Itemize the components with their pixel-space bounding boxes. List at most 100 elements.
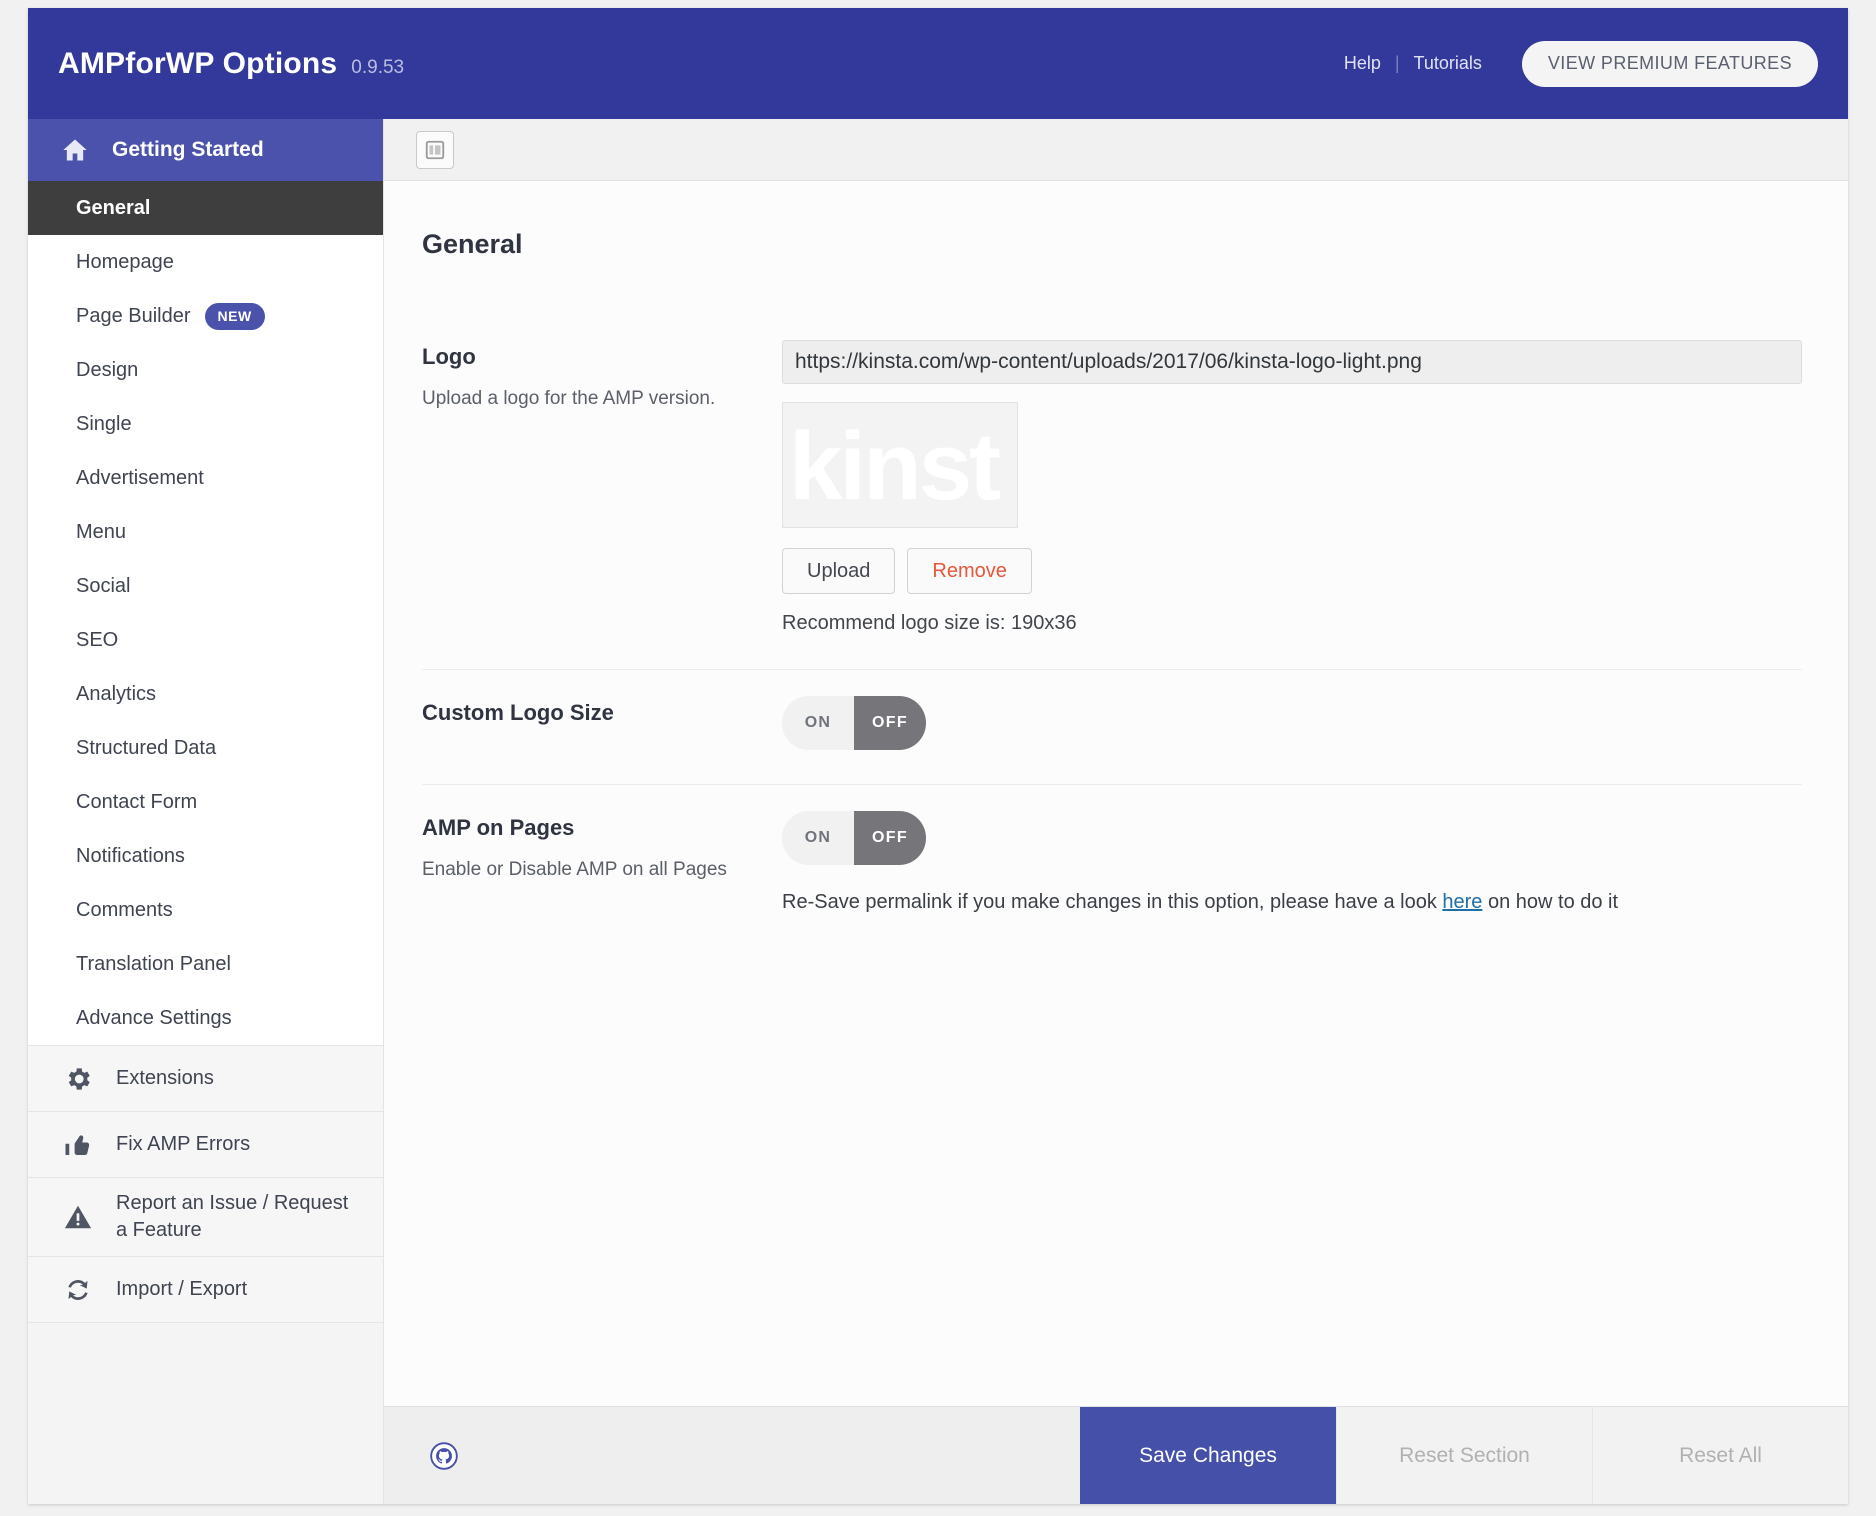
- permalink-note-after: on how to do it: [1482, 891, 1618, 913]
- sidebar-item-label: Structured Data: [76, 737, 216, 760]
- logo-size-hint: Recommend logo size is: 190x36: [782, 612, 1802, 635]
- sidebar-item-translation-panel[interactable]: Translation Panel: [28, 937, 383, 991]
- sidebar-item-seo[interactable]: SEO: [28, 613, 383, 667]
- sidebar-item-label: Extensions: [116, 1065, 214, 1092]
- sidebar-item-label: Advertisement: [76, 467, 204, 490]
- app-body: Getting Started General Homepage Page Bu…: [28, 119, 1848, 1504]
- logo-preview-text: kinst: [789, 419, 998, 515]
- custom-logo-size-controls: ON OFF: [782, 696, 1802, 750]
- sidebar-item-contact-form[interactable]: Contact Form: [28, 775, 383, 829]
- brand: AMPforWP Options 0.9.53: [58, 47, 404, 81]
- sidebar-nav: General Homepage Page Builder NEW Design…: [28, 181, 383, 1045]
- save-changes-button[interactable]: Save Changes: [1080, 1407, 1336, 1504]
- sidebar-item-social[interactable]: Social: [28, 559, 383, 613]
- logo-label: Logo: [422, 344, 782, 370]
- header-actions: Help | Tutorials VIEW PREMIUM FEATURES: [1330, 41, 1818, 87]
- sidebar-item-advertisement[interactable]: Advertisement: [28, 451, 383, 505]
- sidebar-item-analytics[interactable]: Analytics: [28, 667, 383, 721]
- sidebar-item-label: Analytics: [76, 683, 156, 706]
- amp-on-pages-label: AMP on Pages: [422, 815, 782, 841]
- sidebar-item-label: Notifications: [76, 845, 185, 868]
- page-title: General: [422, 229, 1802, 260]
- sidebar-item-label: Comments: [76, 899, 173, 922]
- github-icon[interactable]: [430, 1442, 458, 1470]
- toggle-on-label: ON: [782, 811, 854, 865]
- gear-icon: [62, 1064, 94, 1094]
- sidebar-item-label: Report an Issue / Request a Feature: [116, 1190, 363, 1244]
- amp-on-pages-row: AMP on Pages Enable or Disable AMP on al…: [422, 785, 1802, 948]
- logo-setting-controls: kinst Upload Remove Recommend logo size …: [782, 340, 1802, 635]
- sidebar-item-label: Homepage: [76, 251, 174, 274]
- app-title: AMPforWP Options: [58, 47, 337, 81]
- remove-button[interactable]: Remove: [907, 548, 1031, 594]
- sidebar-item-homepage[interactable]: Homepage: [28, 235, 383, 289]
- sidebar-item-comments[interactable]: Comments: [28, 883, 383, 937]
- sidebar-item-fix-amp-errors[interactable]: Fix AMP Errors: [28, 1111, 383, 1177]
- toggle-off-label: OFF: [854, 696, 926, 750]
- custom-logo-size-labels: Custom Logo Size: [422, 696, 782, 750]
- reset-all-button[interactable]: Reset All: [1592, 1407, 1848, 1504]
- view-premium-features-button[interactable]: VIEW PREMIUM FEATURES: [1522, 41, 1818, 87]
- sidebar-item-label: Advance Settings: [76, 1007, 232, 1030]
- sidebar-item-getting-started[interactable]: Getting Started: [28, 119, 383, 181]
- reset-section-button[interactable]: Reset Section: [1336, 1407, 1592, 1504]
- sidebar: Getting Started General Homepage Page Bu…: [28, 119, 384, 1504]
- footer-left: [384, 1407, 458, 1504]
- new-badge: NEW: [205, 303, 265, 330]
- amp-on-pages-description: Enable or Disable AMP on all Pages: [422, 857, 782, 884]
- app-header: AMPforWP Options 0.9.53 Help | Tutorials…: [28, 8, 1848, 119]
- sidebar-item-label: Design: [76, 359, 138, 382]
- sidebar-item-report-issue[interactable]: Report an Issue / Request a Feature: [28, 1177, 383, 1256]
- sidebar-item-page-builder[interactable]: Page Builder NEW: [28, 289, 383, 343]
- amp-on-pages-toggle[interactable]: ON OFF: [782, 811, 926, 865]
- sidebar-item-single[interactable]: Single: [28, 397, 383, 451]
- custom-logo-size-toggle[interactable]: ON OFF: [782, 696, 926, 750]
- sidebar-item-label: Single: [76, 413, 132, 436]
- permalink-note: Re-Save permalink if you make changes in…: [782, 891, 1802, 914]
- content-tabbar: [384, 119, 1848, 181]
- app-version: 0.9.53: [351, 57, 404, 79]
- sidebar-item-label: Menu: [76, 521, 126, 544]
- custom-logo-size-row: Custom Logo Size ON OFF: [422, 670, 1802, 785]
- thumbs-up-icon: [62, 1130, 94, 1160]
- sidebar-item-label: Translation Panel: [76, 953, 231, 976]
- logo-description: Upload a logo for the AMP version.: [422, 386, 782, 413]
- permalink-note-before: Re-Save permalink if you make changes in…: [782, 891, 1442, 913]
- upload-button[interactable]: Upload: [782, 548, 895, 594]
- sidebar-item-advance-settings[interactable]: Advance Settings: [28, 991, 383, 1045]
- amp-on-pages-controls: ON OFF Re-Save permalink if you make cha…: [782, 811, 1802, 914]
- sidebar-item-general[interactable]: General: [28, 181, 383, 235]
- help-link[interactable]: Help: [1330, 53, 1395, 74]
- custom-logo-size-label: Custom Logo Size: [422, 700, 782, 726]
- layout-panel-icon[interactable]: [416, 131, 454, 169]
- content-footer: Save Changes Reset Section Reset All: [384, 1406, 1848, 1504]
- content-area: General Logo Upload a logo for the AMP v…: [384, 119, 1848, 1504]
- sidebar-item-structured-data[interactable]: Structured Data: [28, 721, 383, 775]
- logo-setting-row: Logo Upload a logo for the AMP version. …: [422, 314, 1802, 670]
- sidebar-filler: [28, 1322, 383, 1504]
- options-window: AMPforWP Options 0.9.53 Help | Tutorials…: [28, 8, 1848, 1504]
- settings-panel: General Logo Upload a logo for the AMP v…: [384, 181, 1848, 1406]
- logo-url-input[interactable]: [782, 340, 1802, 384]
- sync-icon: [62, 1275, 94, 1305]
- warning-triangle-icon: [62, 1202, 94, 1232]
- sidebar-item-import-export[interactable]: Import / Export: [28, 1256, 383, 1322]
- logo-preview: kinst: [782, 402, 1018, 528]
- sidebar-item-menu[interactable]: Menu: [28, 505, 383, 559]
- toggle-off-label: OFF: [854, 811, 926, 865]
- tutorials-link[interactable]: Tutorials: [1400, 53, 1496, 74]
- sidebar-item-label: SEO: [76, 629, 118, 652]
- sidebar-item-design[interactable]: Design: [28, 343, 383, 397]
- sidebar-item-label: Fix AMP Errors: [116, 1131, 250, 1158]
- sidebar-heading-label: Getting Started: [112, 138, 264, 162]
- sidebar-item-label: Page Builder: [76, 305, 191, 328]
- permalink-here-link[interactable]: here: [1442, 891, 1482, 913]
- sidebar-item-label: General: [76, 197, 150, 220]
- footer-actions: Save Changes Reset Section Reset All: [1080, 1407, 1848, 1504]
- sidebar-item-notifications[interactable]: Notifications: [28, 829, 383, 883]
- logo-setting-labels: Logo Upload a logo for the AMP version.: [422, 340, 782, 635]
- sidebar-item-label: Import / Export: [116, 1276, 247, 1303]
- home-icon: [60, 136, 90, 164]
- logo-buttons: Upload Remove: [782, 548, 1802, 594]
- sidebar-item-extensions[interactable]: Extensions: [28, 1045, 383, 1111]
